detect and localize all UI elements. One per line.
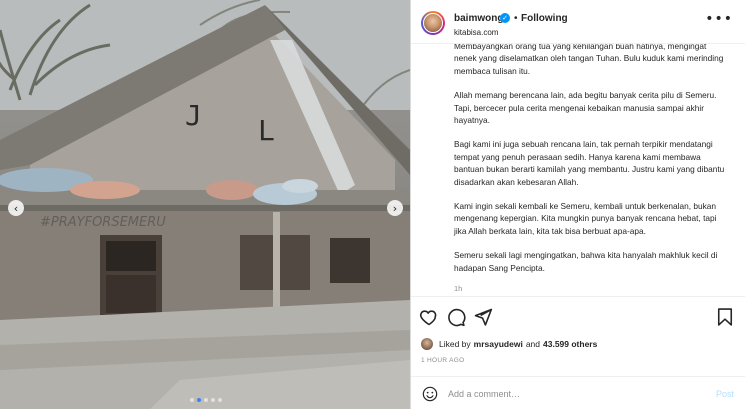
follow-separator: • [514,13,518,24]
carousel-dot [190,398,194,402]
bookmark-icon [717,308,733,326]
caption-time[interactable]: 1h [454,284,731,293]
comment-icon [448,308,466,327]
likes-and: and [525,339,540,349]
like-button[interactable] [419,307,439,327]
post-panel: baimwong ✓ • Following kitabisa.com ••• … [410,0,745,409]
caption-paragraph: Kami ingin sekali kembali ke Semeru, kem… [454,201,717,236]
caption-paragraph: Allah memang berencana lain, ada begitu … [454,90,717,126]
heart-icon [419,310,437,326]
photo-illustration: J L #PRAYFORSEMERU [0,0,410,409]
caption-paragraph: Semeru sekali lagi mengingatkan, bahwa k… [454,250,718,273]
likes-prefix: Liked by [439,339,471,349]
action-bar [411,296,745,336]
more-icon[interactable]: ••• [705,12,733,26]
carousel-dot [211,398,215,402]
carousel-next-button[interactable]: › [387,200,403,216]
chevron-left-icon: ‹ [13,201,19,215]
post-date[interactable]: 1 HOUR AGO [421,357,464,364]
following-button[interactable]: Following [521,13,568,24]
liker-username[interactable]: mrsayudewi [474,339,523,349]
carousel-dot [204,398,208,402]
post-comment-button[interactable]: Post [716,389,734,399]
carousel-dots [190,398,222,402]
share-button[interactable] [473,307,493,327]
liker-avatar[interactable] [421,338,433,350]
save-button[interactable] [715,307,735,327]
carousel-dot [218,398,222,402]
post-photo[interactable]: J L #PRAYFORSEMERU ‹ › [0,0,410,409]
comment-button[interactable] [446,307,466,327]
author-subtitle[interactable]: kitabisa.com [454,28,498,37]
carousel-dot [197,398,201,402]
svg-text:#PRAYFORSEMERU: #PRAYFORSEMERU [40,215,166,230]
caption-paragraph: Bagi kami ini juga sebuah rencana lain, … [454,139,725,187]
caption-paragraph: Membayangkan orang tua yang kehilangan b… [454,44,724,76]
share-icon [474,308,493,326]
post-caption: Membayangkan orang tua yang kehilangan b… [411,44,745,296]
svg-text:L: L [258,114,275,147]
author-username[interactable]: baimwong [454,13,503,24]
emoji-icon[interactable] [422,386,438,402]
comment-bar: Post [411,376,745,409]
svg-text:J: J [185,99,202,132]
comment-input[interactable] [448,385,678,403]
likes-others[interactable]: 43.599 others [543,339,597,349]
chevron-right-icon: › [392,201,398,215]
post-header: baimwong ✓ • Following kitabisa.com ••• [411,0,745,44]
carousel-prev-button[interactable]: ‹ [8,200,24,216]
author-avatar[interactable] [421,11,445,35]
verified-icon: ✓ [500,13,510,23]
likes-summary: Liked by mrsayudewi and 43.599 others [421,336,600,352]
